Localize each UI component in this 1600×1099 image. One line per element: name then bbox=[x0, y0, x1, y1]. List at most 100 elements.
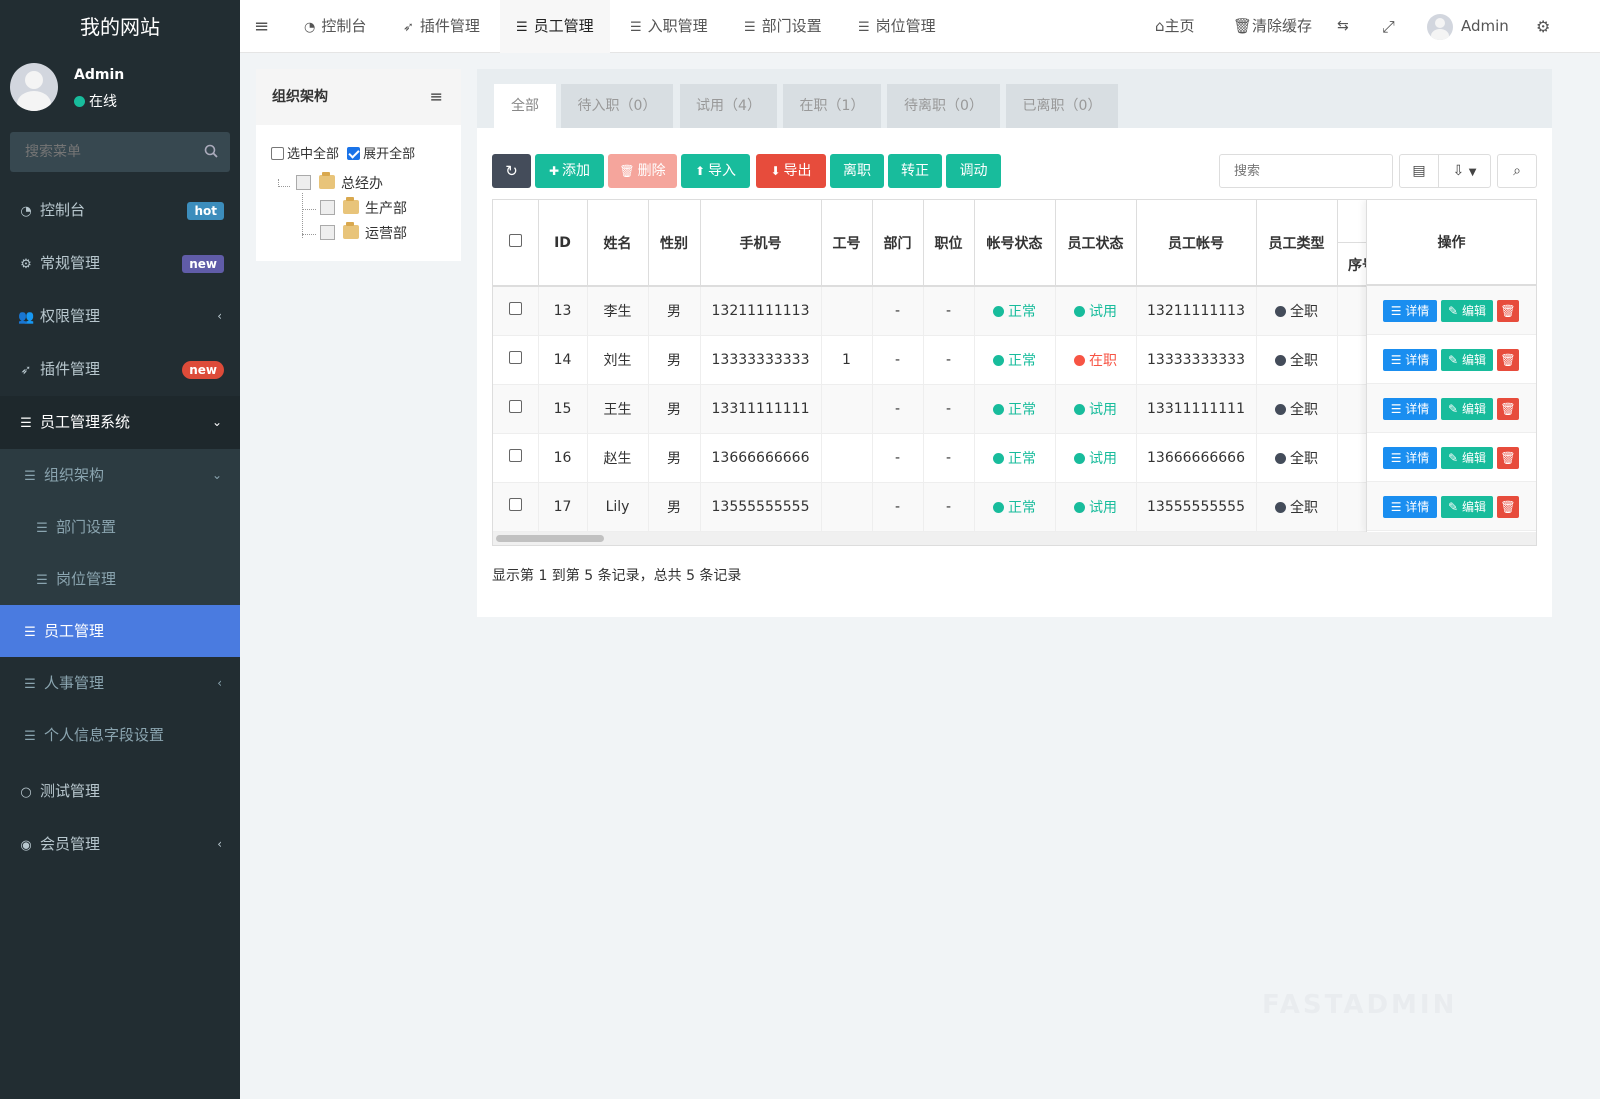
column-header[interactable]: 职位 bbox=[923, 200, 975, 287]
select-all-checkbox[interactable] bbox=[271, 147, 284, 160]
delete-button[interactable]: 🗑 删除 bbox=[608, 154, 677, 188]
translate-icon[interactable]: ⇆ bbox=[1337, 0, 1349, 53]
table-row[interactable]: 17 Lily 男 13555555555 - - 正常 试用 13555555555 全职 bbox=[493, 482, 1414, 532]
add-button[interactable]: ✚ 添加 bbox=[535, 154, 604, 188]
sidebar-item-addon[interactable]: ➶ 插件管理 new bbox=[0, 343, 240, 396]
horizontal-scrollbar[interactable] bbox=[493, 532, 1536, 545]
edit-button[interactable]: ✎ 编辑 bbox=[1441, 349, 1493, 371]
delete-row-button[interactable]: 🗑 bbox=[1497, 349, 1519, 371]
table-row[interactable]: 14 刘生 男 13333333333 1 - - 正常 在职 13333333333 全职 bbox=[493, 335, 1414, 385]
sidebar-toggle-icon[interactable]: ≡ bbox=[254, 0, 269, 53]
resign-button[interactable]: 离职 bbox=[830, 154, 884, 188]
cell-id: 13 bbox=[538, 286, 588, 336]
row-checkbox[interactable] bbox=[508, 302, 522, 316]
column-header[interactable]: 员工帐号 bbox=[1136, 200, 1257, 287]
edit-button[interactable]: ✎ 编辑 bbox=[1441, 496, 1493, 518]
settings-icon[interactable]: ⚙ bbox=[1536, 0, 1550, 53]
cell-gender: 男 bbox=[648, 433, 701, 483]
detail-button[interactable]: ☰ 详情 bbox=[1383, 349, 1437, 371]
delete-row-button[interactable]: 🗑 bbox=[1497, 398, 1519, 420]
scrollbar-thumb[interactable] bbox=[496, 535, 604, 542]
menu-bars-icon[interactable]: ≡ bbox=[430, 69, 443, 125]
sidebar-item-dashboard[interactable]: ◔ 控制台 hot bbox=[0, 184, 240, 237]
column-header[interactable]: 手机号 bbox=[700, 200, 822, 287]
detail-button[interactable]: ☰ 详情 bbox=[1383, 300, 1437, 322]
row-checkbox[interactable] bbox=[508, 351, 522, 364]
sidebar-item-profile-fields[interactable]: ☰ 个人信息字段设置 bbox=[0, 709, 240, 761]
column-header[interactable]: ID bbox=[538, 200, 588, 287]
tab-pending[interactable]: 待入职（0） bbox=[561, 84, 673, 128]
sidebar-item-dept[interactable]: ☰ 部门设置 bbox=[0, 501, 240, 553]
site-logo[interactable]: 我的网站 bbox=[0, 0, 240, 54]
export-button[interactable]: ⬇ 导出 bbox=[756, 154, 826, 188]
fullscreen-icon[interactable]: ⤢ bbox=[1382, 0, 1395, 53]
sidebar-item-test[interactable]: ○ 测试管理 bbox=[0, 765, 240, 818]
sidebar-item-general[interactable]: ⚙ 常规管理 new bbox=[0, 237, 240, 290]
tree-node-root[interactable]: 总经办 bbox=[296, 172, 383, 193]
sidebar-item-member[interactable]: ◉ 会员管理 ‹ bbox=[0, 818, 240, 871]
tree-checkbox[interactable] bbox=[296, 175, 311, 190]
export-dropdown-button[interactable]: ⇩ ▼ bbox=[1438, 154, 1491, 188]
clear-cache-button[interactable]: 🗑清除缓存 bbox=[1233, 0, 1312, 53]
column-header[interactable]: 员工状态 bbox=[1055, 200, 1137, 287]
refresh-button[interactable]: ↻ bbox=[492, 154, 531, 188]
select-all-rows-checkbox[interactable] bbox=[508, 234, 522, 247]
row-checkbox[interactable] bbox=[508, 498, 522, 511]
table-row[interactable]: 15 王生 男 13311111111 - - 正常 试用 13311111111 全职 bbox=[493, 384, 1414, 434]
tab-dashboard[interactable]: ◔ 控制台 bbox=[304, 0, 366, 53]
tree-checkbox[interactable] bbox=[320, 225, 335, 240]
delete-row-button[interactable]: 🗑 bbox=[1497, 300, 1519, 322]
columns-toggle-button[interactable]: ▤ bbox=[1399, 154, 1439, 188]
sidebar-item-employee-system[interactable]: ☰ 员工管理系统 ⌄ bbox=[0, 396, 240, 449]
tree-node-operations[interactable]: 运营部 bbox=[320, 222, 407, 243]
tab-employee[interactable]: ☰ 员工管理 bbox=[500, 0, 610, 53]
admin-menu[interactable]: Admin bbox=[1427, 0, 1509, 53]
tab-position[interactable]: ☰ 岗位管理 bbox=[858, 0, 936, 53]
table-search-input[interactable] bbox=[1219, 154, 1393, 188]
delete-row-button[interactable]: 🗑 bbox=[1497, 496, 1519, 518]
sidebar-item-employee[interactable]: ☰ 员工管理 bbox=[0, 605, 240, 657]
edit-button[interactable]: ✎ 编辑 bbox=[1441, 447, 1493, 469]
tree-checkbox[interactable] bbox=[320, 200, 335, 215]
regularize-button[interactable]: 转正 bbox=[888, 154, 942, 188]
transfer-button[interactable]: 调动 bbox=[946, 154, 1001, 188]
home-link[interactable]: ⌂主页 bbox=[1155, 0, 1195, 53]
column-header[interactable]: 性别 bbox=[648, 200, 701, 287]
row-checkbox[interactable] bbox=[508, 400, 522, 413]
tab-onboarding[interactable]: ☰ 入职管理 bbox=[630, 0, 708, 53]
tab-all[interactable]: 全部 bbox=[494, 84, 556, 128]
column-header[interactable]: 帐号状态 bbox=[974, 200, 1056, 287]
column-header[interactable]: 员工类型 bbox=[1256, 200, 1338, 287]
search-icon[interactable] bbox=[204, 144, 218, 158]
edit-button[interactable]: ✎ 编辑 bbox=[1441, 398, 1493, 420]
row-checkbox[interactable] bbox=[508, 449, 522, 462]
expand-all-checkbox[interactable] bbox=[347, 147, 361, 160]
sidebar-item-hr[interactable]: ☰ 人事管理 ‹ bbox=[0, 657, 240, 709]
detail-button[interactable]: ☰ 详情 bbox=[1383, 398, 1437, 420]
home-label: 主页 bbox=[1164, 17, 1195, 35]
tab-leaving[interactable]: 待离职（0） bbox=[887, 84, 1000, 128]
advanced-search-button[interactable]: ⌕ bbox=[1497, 154, 1537, 188]
delete-row-button[interactable]: 🗑 bbox=[1497, 447, 1519, 469]
table-row[interactable]: 16 赵生 男 13666666666 - - 正常 试用 13666666666 全职 bbox=[493, 433, 1414, 483]
column-header[interactable]: 工号 bbox=[821, 200, 873, 287]
org-panel-title: 组织架构 bbox=[272, 89, 328, 105]
sidebar-item-position[interactable]: ☰ 岗位管理 bbox=[0, 553, 240, 605]
detail-button[interactable]: ☰ 详情 bbox=[1383, 496, 1437, 518]
table-row[interactable]: 13 李生 男 13211111113 - - 正常 试用 13211111113 全职 bbox=[493, 286, 1414, 336]
import-button[interactable]: ⬆ 导入 bbox=[681, 154, 750, 188]
tab-left[interactable]: 已离职（0） bbox=[1006, 84, 1118, 128]
sidebar-item-org[interactable]: ☰ 组织架构 ⌄ bbox=[0, 449, 240, 501]
tab-dept[interactable]: ☰ 部门设置 bbox=[744, 0, 822, 53]
tab-employed[interactable]: 在职（1） bbox=[783, 84, 881, 128]
detail-button[interactable]: ☰ 详情 bbox=[1383, 447, 1437, 469]
column-header[interactable]: 部门 bbox=[872, 200, 924, 287]
menu-search-input[interactable] bbox=[10, 132, 190, 172]
column-header[interactable]: 姓名 bbox=[587, 200, 649, 287]
tab-probation[interactable]: 试用（4） bbox=[680, 84, 777, 128]
tab-addon[interactable]: ➶ 插件管理 bbox=[403, 0, 480, 53]
edit-button[interactable]: ✎ 编辑 bbox=[1441, 300, 1493, 322]
tree-node-production[interactable]: 生产部 bbox=[320, 197, 407, 218]
seq-column-header[interactable]: 序号 bbox=[1338, 242, 1368, 286]
sidebar-item-auth[interactable]: 👥 权限管理 ‹ bbox=[0, 290, 240, 343]
